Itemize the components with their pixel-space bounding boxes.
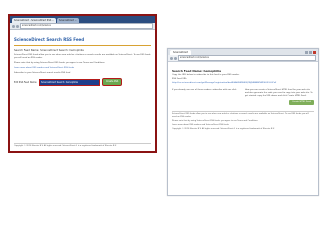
- feed-heading: Search Feed Name: ScienceDirect Search: …: [14, 49, 84, 52]
- right-address-bar: sciencedirect.com/science: [168, 55, 318, 62]
- right-footer: Copyright © 2010 Elsevier B.V. All right…: [172, 128, 275, 130]
- right-learn-more-link[interactable]: Learn more about RSS readers and Science…: [172, 124, 314, 127]
- html-feed-text: How you can create a ScienceDirect HTML …: [245, 89, 313, 97]
- create-rss-button[interactable]: Create RSS: [102, 78, 123, 86]
- minimize-icon[interactable]: [305, 50, 308, 54]
- rss-name-label: Edit RSS Feed Name:: [14, 80, 38, 84]
- terms-text: Please note that by using ScienceDirect …: [14, 62, 105, 64]
- maximize-icon[interactable]: [309, 50, 312, 54]
- window-controls: [305, 50, 316, 54]
- feed-copy-instruction: Copy the URL below to subscribe to this …: [172, 74, 240, 76]
- forward-icon[interactable]: [16, 24, 19, 28]
- right-browser-window: ScienceDirect sciencedirect.com/science …: [167, 48, 319, 196]
- right-page-content: Search Feed Name: hemophilia Copy the UR…: [168, 62, 318, 134]
- learn-more-link[interactable]: Learn more about RSS readers and Science…: [14, 67, 151, 70]
- browser-address-bar: sciencedirect.com/science: [10, 23, 155, 30]
- content-divider: [172, 111, 314, 112]
- site-header: ScienceDirect Search RSS Feed: [14, 33, 151, 46]
- browser-tab-bar: ScienceDirect - ScienceDirect RSS ... Sc…: [10, 16, 155, 23]
- right-url-input[interactable]: sciencedirect.com/science: [178, 55, 316, 61]
- close-icon[interactable]: [313, 50, 316, 54]
- intro-text: ScienceDirect RSS feeds allow you to see…: [14, 54, 151, 59]
- back-icon[interactable]: [170, 56, 173, 60]
- back-icon[interactable]: [12, 24, 15, 28]
- create-html-feed-button[interactable]: Create HTML Feed: [289, 100, 314, 105]
- left-footer: Copyright © 2010 Elsevier B.V. All right…: [14, 143, 151, 147]
- subscribe-hint: Subscribe to your ScienceDirect search r…: [14, 72, 71, 74]
- page-title: ScienceDirect Search RSS Feed: [14, 36, 85, 42]
- rss-name-input[interactable]: ScienceDirect Search: hemophilia: [39, 78, 101, 86]
- left-page-content: ScienceDirect Search RSS Feed Search Fee…: [10, 30, 155, 147]
- feed-url-label: RSS Feed URL:: [172, 78, 188, 80]
- url-input[interactable]: sciencedirect.com/science: [20, 23, 153, 29]
- one-click-readers-text: If you already use one of these readers,…: [172, 89, 237, 91]
- rss-name-row: Edit RSS Feed Name: ScienceDirect Search…: [14, 78, 151, 86]
- feed-name-heading: Search Feed Name: hemophilia: [172, 69, 221, 73]
- html-feed-button-row: Create HTML Feed: [172, 100, 314, 105]
- left-screenshot-frame: ScienceDirect - ScienceDirect RSS ... Sc…: [8, 14, 157, 153]
- rss-note-text: ScienceDirect RSS feeds allow you to see…: [172, 113, 309, 118]
- feed-url-link[interactable]: http://rss.sciencedirect.com/getMessage?…: [172, 82, 314, 85]
- right-browser-tab[interactable]: ScienceDirect: [170, 49, 192, 55]
- reader-options: If you already use one of these readers,…: [172, 89, 314, 98]
- forward-icon[interactable]: [174, 56, 177, 60]
- left-browser-window: ScienceDirect - ScienceDirect RSS ... Sc…: [10, 16, 155, 151]
- right-terms-text: Please note that by using ScienceDirect …: [172, 120, 258, 122]
